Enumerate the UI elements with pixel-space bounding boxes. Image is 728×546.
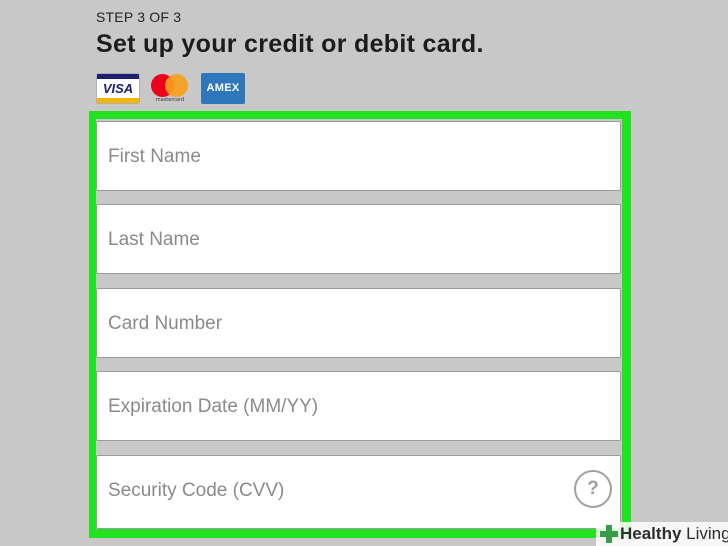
mastercard-logo-icon: mastercard <box>148 73 192 104</box>
watermark: Healthy Living <box>596 522 728 546</box>
first-name-field[interactable]: First Name <box>96 121 621 191</box>
amex-label: AMEX <box>206 82 240 94</box>
last-name-placeholder: Last Name <box>108 229 200 250</box>
expiration-date-placeholder: Expiration Date (MM/YY) <box>108 396 319 417</box>
form-highlight-box: First Name Last Name Card Number Expirat… <box>89 111 631 538</box>
first-name-placeholder: First Name <box>108 146 201 167</box>
card-number-placeholder: Card Number <box>108 313 223 334</box>
visa-logo-icon: VISA <box>96 73 140 104</box>
step-indicator: STEP 3 OF 3 <box>96 9 182 25</box>
watermark-brand-bold: Healthy <box>620 524 682 543</box>
visa-label: VISA <box>102 81 134 96</box>
watermark-text: Healthy Living <box>620 524 728 544</box>
page-title: Set up your credit or debit card. <box>96 30 484 58</box>
security-code-placeholder: Security Code (CVV) <box>108 480 285 501</box>
expiration-date-field[interactable]: Expiration Date (MM/YY) <box>96 371 621 441</box>
watermark-brand-light: Living <box>681 524 728 543</box>
security-code-field[interactable]: Security Code (CVV) ? <box>96 455 621 529</box>
last-name-field[interactable]: Last Name <box>96 204 621 274</box>
card-number-field[interactable]: Card Number <box>96 288 621 358</box>
amex-logo-icon: AMEX <box>201 73 245 104</box>
card-form: First Name Last Name Card Number Expirat… <box>96 119 622 529</box>
health-cross-icon <box>600 525 618 543</box>
mastercard-label: mastercard <box>155 97 185 103</box>
help-question-icon[interactable]: ? <box>574 470 612 508</box>
